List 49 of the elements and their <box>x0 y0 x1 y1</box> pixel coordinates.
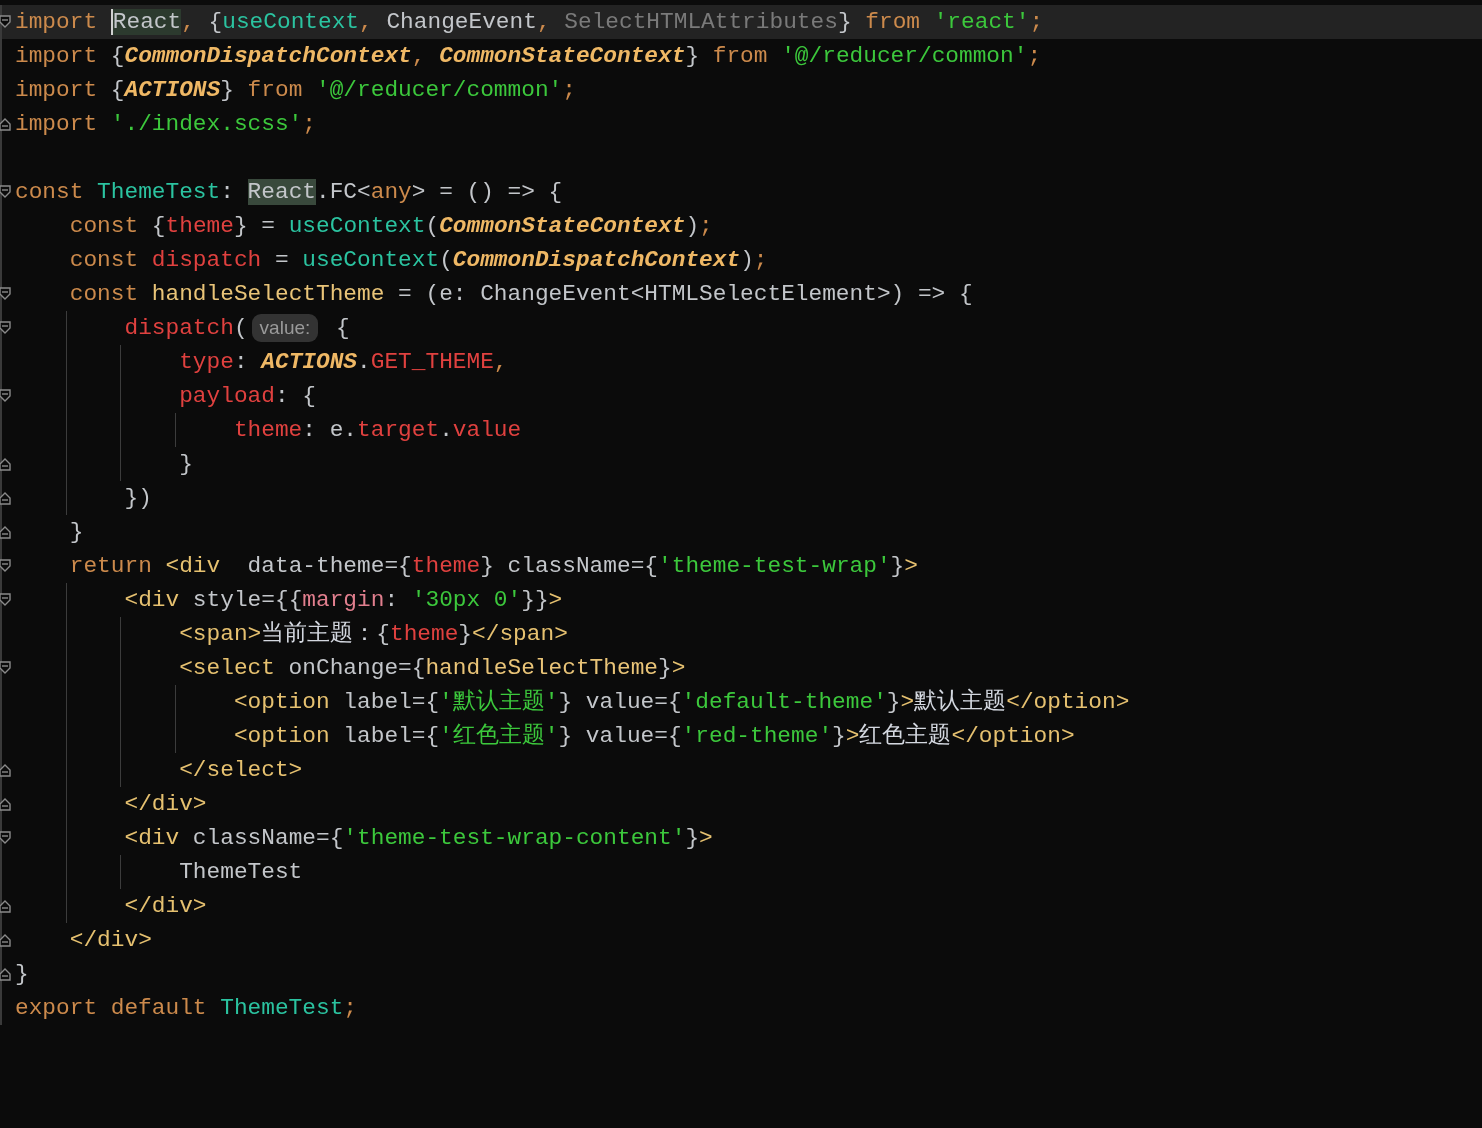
fold-icon[interactable] <box>0 593 11 607</box>
fold-icon[interactable] <box>0 525 11 539</box>
code-line: theme: e.target.value <box>233 416 522 445</box>
fold-icon[interactable] <box>0 661 11 675</box>
code-line: import './index.scss'; <box>15 110 316 139</box>
code-line: const dispatch = useContext(CommonDispatchContext); <box>69 246 768 275</box>
code-line: const ThemeTest: React.FC<any> = () => { <box>15 178 563 207</box>
code-line: <option label={'默认主题'} value={'default-theme'}>默认主题</option> <box>233 687 1130 717</box>
code-line: }) <box>124 484 152 513</box>
code-line: export default ThemeTest; <box>15 994 358 1023</box>
code-line: } <box>69 518 84 547</box>
code-line: const handleSelectTheme = (e: ChangeEvent<HTMLSelectElement>) => { <box>69 280 973 309</box>
code-line: <span>当前主题：{theme}</span> <box>179 619 568 649</box>
code-line: import {CommonDispatchContext, CommonStateContext} from '@/reducer/common'; <box>15 42 1042 71</box>
fold-icon[interactable] <box>0 457 11 471</box>
code-line: <option label={'红色主题'} value={'red-theme'}>红色主题</option> <box>233 721 1075 751</box>
code-line: } <box>15 960 29 989</box>
code-line: <div style={{margin: '30px 0'}}> <box>124 586 563 615</box>
code-line: import React, {useContext, ChangeEvent, SelectHTMLAttributes} from 'react'; <box>15 8 1044 37</box>
code-line: import {ACTIONS} from '@/reducer/common'; <box>15 76 576 105</box>
parameter-hint: value: <box>251 314 319 342</box>
fold-icon[interactable] <box>0 287 11 301</box>
code-line: const {theme} = useContext(CommonStateContext); <box>69 212 713 241</box>
fold-icon[interactable] <box>0 559 11 573</box>
fold-icon[interactable] <box>0 321 11 335</box>
fold-icon[interactable] <box>0 967 11 981</box>
code-line: </div> <box>124 892 207 921</box>
fold-icon[interactable] <box>0 763 11 777</box>
fold-icon[interactable] <box>0 185 11 199</box>
code-line: ThemeTest <box>179 858 303 887</box>
code-line: </div> <box>69 926 152 955</box>
code-line: } <box>179 450 193 479</box>
code-line: <div className={'theme-test-wrap-content'}> <box>124 824 713 853</box>
code-line: </select> <box>179 756 303 785</box>
code-line: type: ACTIONS.GET_THEME, <box>179 348 508 377</box>
fold-icon[interactable] <box>0 117 11 131</box>
code-line: <select onChange={handleSelectTheme}> <box>179 654 686 683</box>
code-line: dispatch( <box>124 314 248 343</box>
fold-icon[interactable] <box>0 389 11 403</box>
fold-icon[interactable] <box>0 899 11 913</box>
fold-icon[interactable] <box>0 15 11 29</box>
fold-icon[interactable] <box>0 797 11 811</box>
fold-icon[interactable] <box>0 933 11 947</box>
code-line: payload: { <box>179 382 316 411</box>
code-line: </div> <box>124 790 207 819</box>
fold-icon[interactable] <box>0 831 11 845</box>
fold-icon[interactable] <box>0 491 11 505</box>
code-line: return <div data-theme={theme} className={'theme-test-wrap'}> <box>69 552 918 581</box>
code-line: { <box>334 314 350 343</box>
